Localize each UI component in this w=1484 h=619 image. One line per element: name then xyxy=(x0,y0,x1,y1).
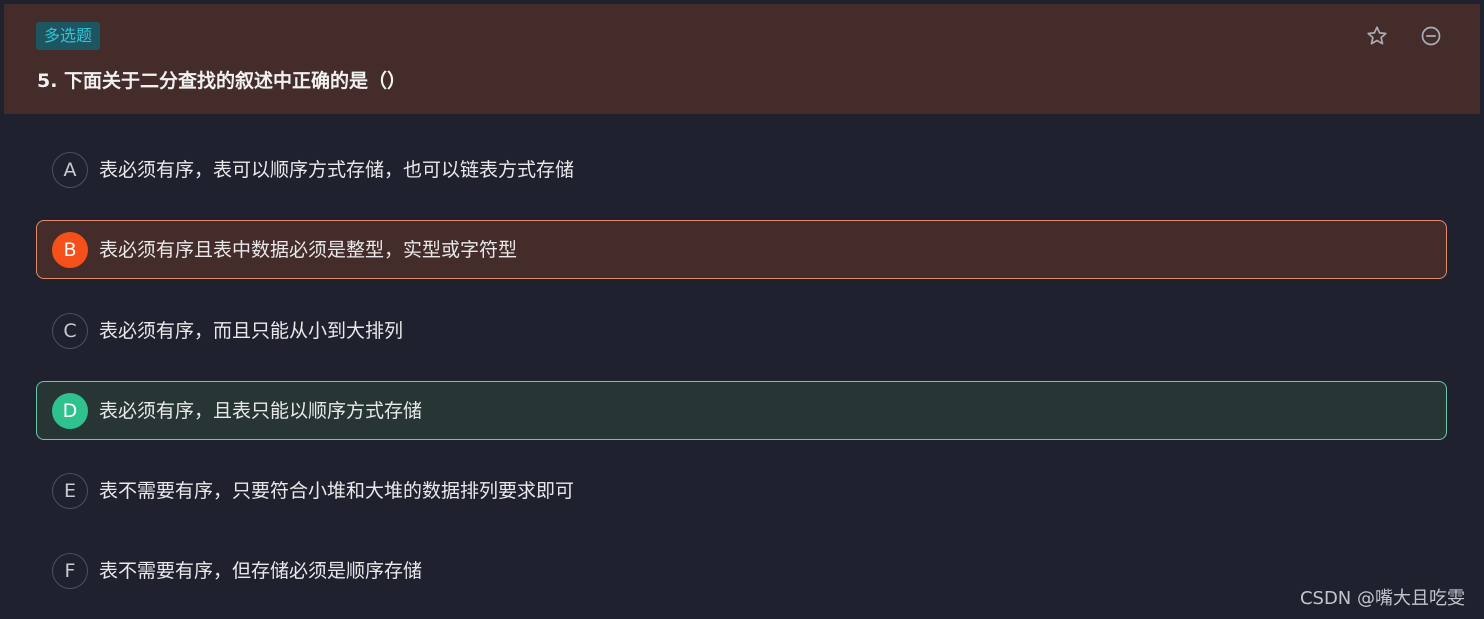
option-f[interactable]: F 表不需要有序，但存储必须是顺序存储 xyxy=(36,541,1447,600)
option-a[interactable]: A 表必须有序，表可以顺序方式存储，也可以链表方式存储 xyxy=(36,140,1447,199)
option-e[interactable]: E 表不需要有序，只要符合小堆和大堆的数据排列要求即可 xyxy=(36,461,1447,520)
question-header: 多选题 5. 下面关于二分查找的叙述中正确的是（） xyxy=(4,4,1480,114)
option-letter: B xyxy=(52,232,88,268)
question-title: 5. 下面关于二分查找的叙述中正确的是（） xyxy=(37,70,407,92)
option-letter: E xyxy=(52,473,88,509)
option-d[interactable]: D 表必须有序，且表只能以顺序方式存储 xyxy=(36,381,1447,440)
option-c[interactable]: C 表必须有序，而且只能从小到大排列 xyxy=(36,301,1447,360)
option-letter: F xyxy=(52,553,88,589)
option-text: 表必须有序，且表只能以顺序方式存储 xyxy=(99,400,423,422)
option-text: 表必须有序，而且只能从小到大排列 xyxy=(99,320,404,342)
option-letter: A xyxy=(52,152,88,188)
star-outline-icon[interactable] xyxy=(1365,24,1389,48)
option-text: 表不需要有序，只要符合小堆和大堆的数据排列要求即可 xyxy=(99,480,575,502)
minus-circle-icon[interactable] xyxy=(1419,24,1443,48)
option-text: 表必须有序且表中数据必须是整型，实型或字符型 xyxy=(99,239,518,261)
option-text: 表必须有序，表可以顺序方式存储，也可以链表方式存储 xyxy=(99,159,575,181)
option-text: 表不需要有序，但存储必须是顺序存储 xyxy=(99,560,423,582)
option-letter: C xyxy=(52,313,88,349)
question-card: 多选题 5. 下面关于二分查找的叙述中正确的是（） A 表必须有序，表可以顺序方… xyxy=(4,4,1480,619)
option-b[interactable]: B 表必须有序且表中数据必须是整型，实型或字符型 xyxy=(36,220,1447,279)
watermark: CSDN @嘴大且吃雯 xyxy=(1299,588,1465,609)
question-type-badge: 多选题 xyxy=(36,22,101,50)
option-letter: D xyxy=(52,393,88,429)
